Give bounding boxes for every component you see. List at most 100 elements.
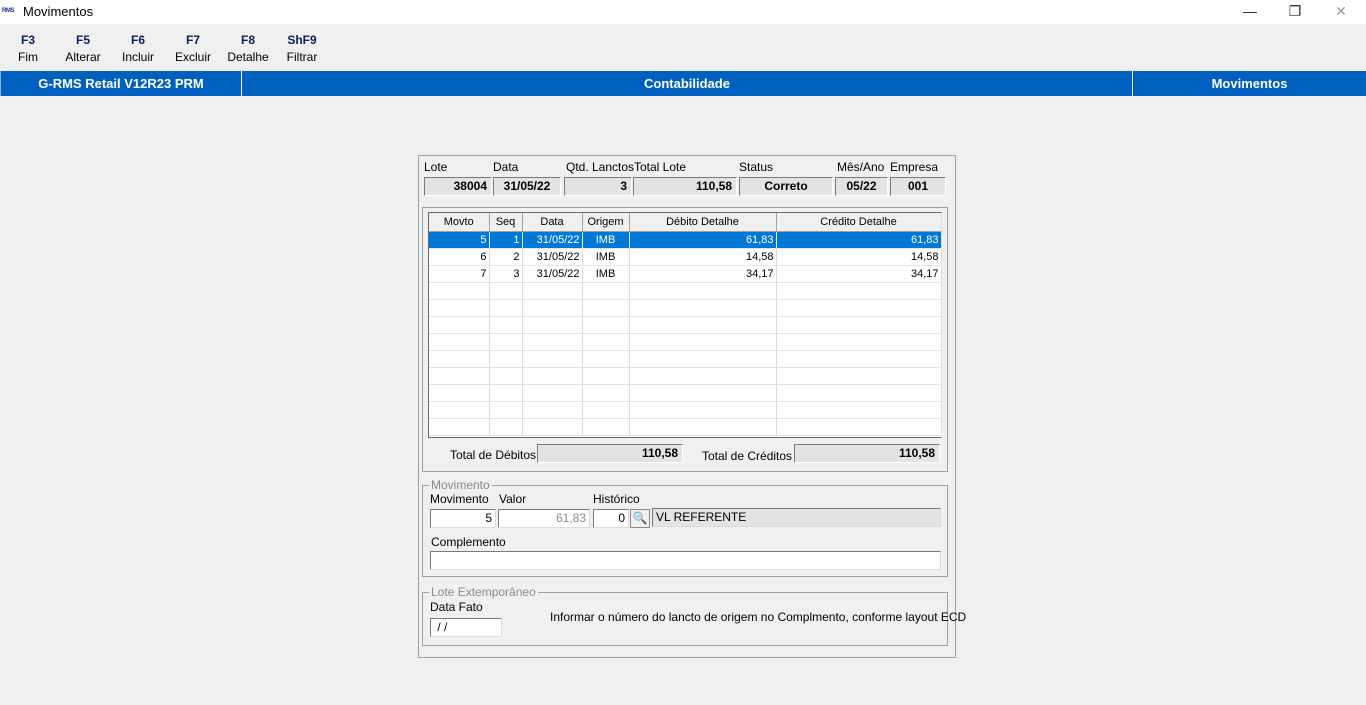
cell-data: 31/05/22 — [522, 248, 583, 266]
valor-label: Valor — [499, 492, 527, 506]
movimentos-panel: Lote Data Qtd. Lanctos Total Lote Status… — [418, 155, 966, 658]
lote-extemporaneo-title: Lote Extemporâneo — [429, 585, 538, 599]
cell-credito: 14,58 — [776, 248, 941, 266]
data-field: 31/05/22 — [493, 177, 561, 196]
total-creditos-field: 110,58 — [794, 444, 940, 463]
cell-seq: 2 — [489, 248, 523, 266]
empty-row — [429, 299, 941, 317]
empresa-label: Empresa — [890, 160, 939, 174]
complemento-label: Complemento — [431, 535, 506, 549]
empty-row — [429, 384, 941, 402]
incluir-key: F6 — [130, 33, 145, 47]
movimento-input[interactable]: 5 — [430, 509, 496, 528]
alterar-key: F5 — [75, 33, 90, 47]
module-header-bar: G-RMS Retail V12R23 PRM Contabilidade Mo… — [0, 71, 1366, 96]
detalhe-label: Detalhe — [227, 50, 269, 64]
total-lote-label: Total Lote — [634, 160, 687, 174]
cell-origem: IMB — [582, 265, 630, 283]
mes-ano-field: 05/22 — [835, 177, 888, 196]
cell-movto: 7 — [429, 265, 490, 283]
lancamentos-frame: Movto Seq Data Origem Débito Detalhe Cré… — [422, 207, 948, 472]
app-logo-icon: RMS — [2, 8, 14, 14]
movimento-group: Movimento Movimento Valor Histórico 5 61… — [422, 478, 948, 577]
empresa-field: 001 — [890, 177, 946, 196]
detalhe-key: F8 — [240, 33, 255, 47]
filtrar-button[interactable]: ShF9 Filtrar — [274, 32, 330, 70]
total-creditos-label: Total de Créditos : — [702, 449, 799, 463]
ecd-info-text: Informar o número do lancto de origem no… — [550, 610, 967, 624]
excluir-label: Excluir — [174, 50, 211, 64]
complemento-input[interactable] — [430, 551, 941, 570]
system-name: G-RMS Retail V12R23 PRM — [0, 71, 241, 96]
status-label: Status — [739, 160, 774, 174]
historico-description-field: VL REFERENTE — [652, 508, 941, 527]
total-lote-field: 110,58 — [633, 177, 737, 196]
col-movto-header[interactable]: Movto — [429, 213, 490, 232]
movimento-label: Movimento — [430, 492, 489, 506]
col-seq-header[interactable]: Seq — [489, 213, 523, 232]
historico-code-input[interactable]: 0 — [593, 509, 629, 528]
search-icon[interactable]: 🔍 — [630, 509, 650, 528]
cell-debito: 14,58 — [629, 248, 777, 266]
empty-row — [429, 367, 941, 385]
excluir-button[interactable]: F7 Excluir — [165, 32, 221, 70]
mes-ano-label: Mês/Ano — [837, 160, 885, 174]
filtrar-key: ShF9 — [287, 33, 317, 47]
empty-row — [429, 333, 941, 351]
valor-input[interactable]: 61,83 — [498, 509, 590, 528]
empty-row — [429, 316, 941, 334]
col-credito-header[interactable]: Crédito Detalhe — [776, 213, 941, 232]
empty-row — [429, 282, 941, 300]
alterar-button[interactable]: F5 Alterar — [55, 32, 111, 70]
cell-movto: 5 — [429, 231, 490, 249]
empty-row — [429, 401, 941, 419]
cell-origem: IMB — [582, 248, 630, 266]
lancamentos-grid[interactable]: Movto Seq Data Origem Débito Detalhe Cré… — [428, 212, 942, 438]
alterar-label: Alterar — [65, 50, 101, 64]
table-row[interactable]: 7 3 31/05/22 IMB 34,17 34,17 — [429, 265, 941, 283]
restore-button[interactable]: ❐ — [1272, 0, 1318, 24]
qtd-lanctos-label: Qtd. Lanctos — [566, 160, 635, 174]
fim-key: F3 — [20, 33, 35, 47]
lote-extemporaneo-group: Lote Extemporâneo Data Fato / / Informar… — [422, 585, 966, 646]
historico-label: Histórico — [593, 492, 640, 506]
incluir-button[interactable]: F6 Incluir — [110, 32, 166, 70]
cell-debito: 61,83 — [629, 231, 777, 249]
cell-credito: 61,83 — [776, 231, 941, 249]
total-debitos-field: 110,58 — [537, 444, 683, 463]
qtd-lanctos-field: 3 — [564, 177, 632, 196]
close-button[interactable]: ✕ — [1318, 0, 1364, 24]
empty-row — [429, 350, 941, 368]
table-row[interactable]: 6 2 31/05/22 IMB 14,58 14,58 — [429, 248, 941, 266]
cell-seq: 1 — [489, 231, 523, 249]
excluir-key: F7 — [185, 33, 200, 47]
cell-origem: IMB — [582, 231, 630, 249]
col-debito-header[interactable]: Débito Detalhe — [629, 213, 777, 232]
lote-label: Lote — [424, 160, 448, 174]
cell-movto: 6 — [429, 248, 490, 266]
filtrar-label: Filtrar — [286, 50, 318, 64]
status-field: Correto — [739, 177, 833, 196]
cell-data: 31/05/22 — [522, 231, 583, 249]
minimize-button[interactable]: — — [1227, 0, 1273, 24]
data-label: Data — [493, 160, 519, 174]
cell-debito: 34,17 — [629, 265, 777, 283]
fim-button[interactable]: F3 Fim — [0, 32, 56, 70]
data-fato-input[interactable]: / / — [430, 618, 502, 637]
fim-label: Fim — [18, 50, 38, 64]
screen-name: Movimentos — [1132, 71, 1366, 96]
col-origem-header[interactable]: Origem — [582, 213, 630, 232]
movimento-group-title: Movimento — [429, 478, 492, 492]
window-title: Movimentos — [23, 4, 94, 19]
table-row[interactable]: 5 1 31/05/22 IMB 61,83 61,83 — [429, 231, 941, 249]
total-debitos-label: Total de Débitos : — [450, 448, 543, 462]
cell-seq: 3 — [489, 265, 523, 283]
col-data-header[interactable]: Data — [522, 213, 583, 232]
function-key-toolbar: F3 Fim F5 Alterar F6 Incluir F7 Excluir … — [0, 24, 1366, 71]
detalhe-button[interactable]: F8 Detalhe — [220, 32, 276, 70]
cell-data: 31/05/22 — [522, 265, 583, 283]
lote-field: 38004 — [424, 177, 492, 196]
empty-row — [429, 418, 941, 436]
data-fato-label: Data Fato — [430, 600, 483, 614]
title-bar: RMS Movimentos — ❐ ✕ — [0, 0, 1366, 24]
